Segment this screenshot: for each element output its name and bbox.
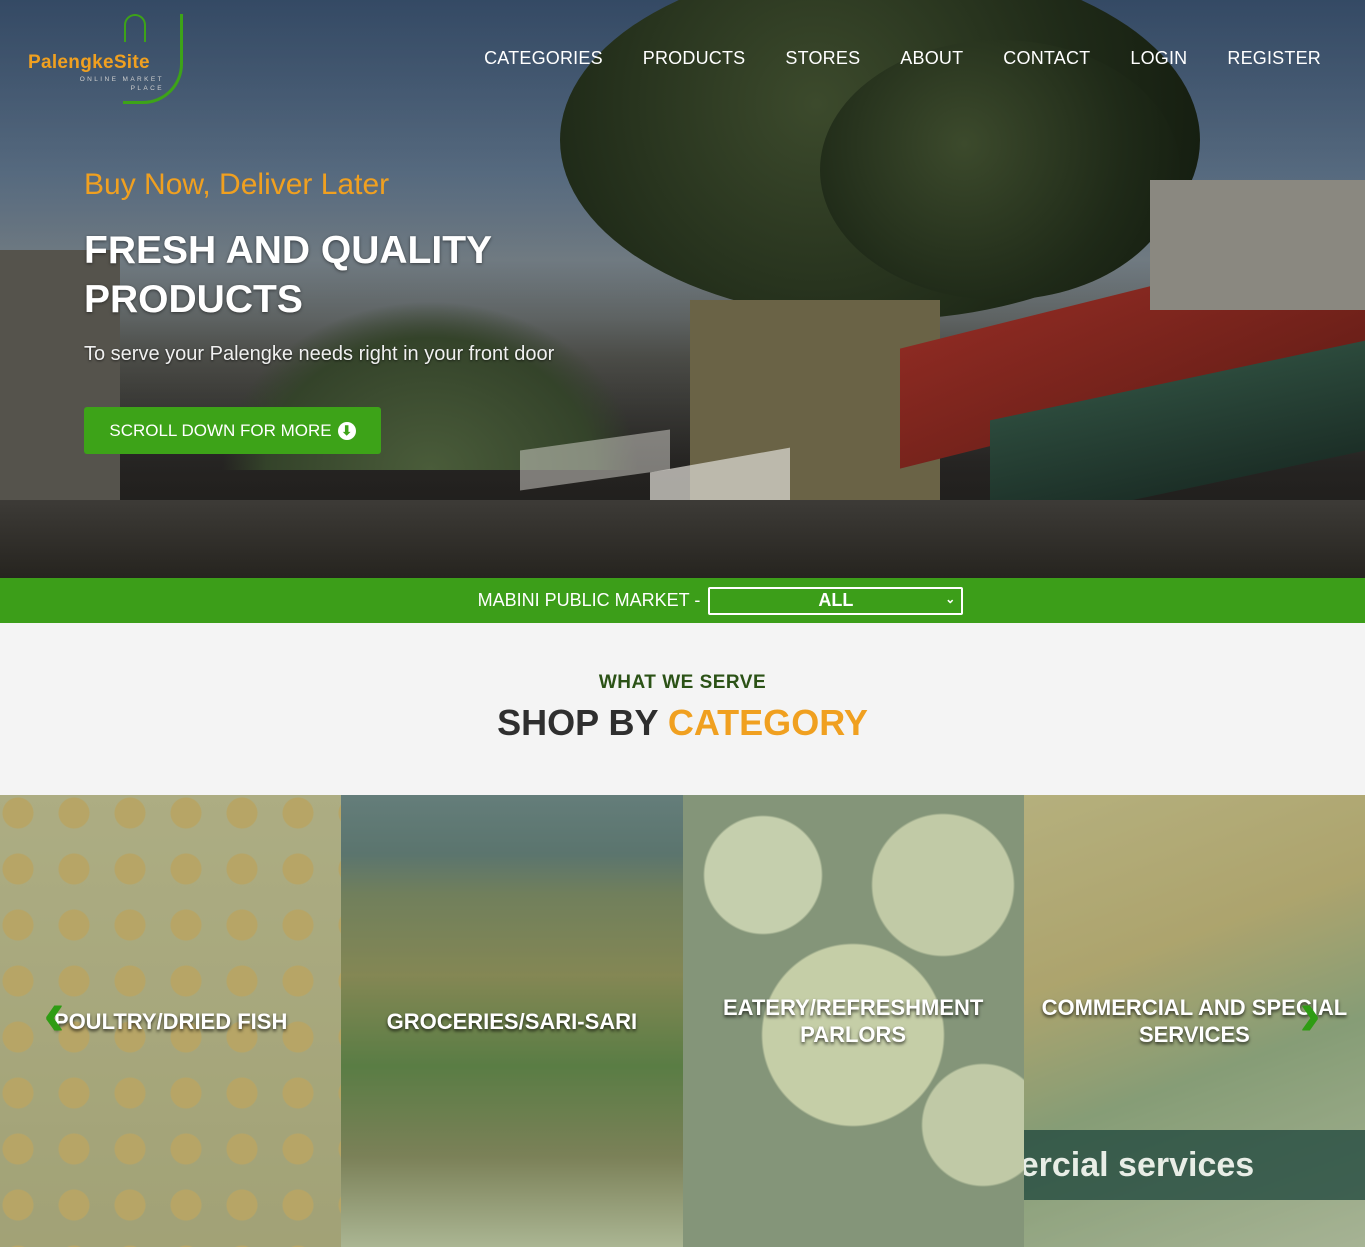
nav-login[interactable]: LOGIN: [1130, 48, 1187, 69]
category-card-title: GROCERIES/SARI-SARI: [386, 1008, 638, 1034]
category-carousel: POULTRY/DRIED FISH GROCERIES/SARI-SARI E…: [0, 795, 1365, 1247]
nav-about[interactable]: ABOUT: [900, 48, 963, 69]
scroll-down-label: SCROLL DOWN FOR MORE: [109, 420, 332, 440]
hero-tree-canopy: [820, 40, 1180, 300]
section-title-main: SHOP BY: [497, 702, 658, 743]
market-select-value: ALL: [818, 590, 854, 610]
category-card-groceries[interactable]: GROCERIES/SARI-SARI: [341, 795, 683, 1247]
section-eyebrow: WHAT WE SERVE: [598, 672, 767, 693]
nav-stores[interactable]: STORES: [785, 48, 860, 69]
hero-banner: PalengkeSite ONLINE MARKET PLACE CATEGOR…: [0, 0, 1365, 578]
market-selector-bar: MABINI PUBLIC MARKET - ALL ⌄: [0, 578, 1365, 623]
market-label: MABINI PUBLIC MARKET -: [477, 590, 701, 610]
hero-building-white: [1150, 180, 1365, 310]
scroll-down-button[interactable]: SCROLL DOWN FOR MORE ⬇: [84, 407, 381, 454]
hero-headline: FRESH AND QUALITY PRODUCTS: [84, 229, 492, 321]
category-card-eatery[interactable]: EATERY/REFRESHMENT PARLORS: [682, 795, 1024, 1247]
hero-street: [0, 500, 1365, 578]
nav-categories[interactable]: CATEGORIES: [484, 48, 603, 69]
commercial-image-band: ercial services: [1023, 1130, 1365, 1200]
logo-text: PalengkeSite: [28, 52, 150, 73]
carousel-prev-chevron-left-icon[interactable]: ‹: [34, 981, 74, 1045]
main-nav: CATEGORIES PRODUCTS STORES ABOUT CONTACT…: [484, 48, 1321, 69]
nav-register[interactable]: REGISTER: [1227, 48, 1321, 69]
section-title: SHOP BY CATEGORY: [0, 702, 1365, 744]
hero-subline: To serve your Palengke needs right in yo…: [84, 343, 555, 365]
hero-tagline: Buy Now, Deliver Later: [84, 168, 390, 201]
section-title-accent: CATEGORY: [667, 702, 868, 743]
site-logo[interactable]: PalengkeSite ONLINE MARKET PLACE: [28, 14, 183, 106]
market-select[interactable]: ALL ⌄: [708, 586, 964, 615]
category-card-title: EATERY/REFRESHMENT PARLORS: [722, 995, 984, 1047]
arrow-circle-down-icon: ⬇: [337, 421, 356, 440]
nav-products[interactable]: PRODUCTS: [643, 48, 746, 69]
carousel-next-chevron-right-icon[interactable]: ›: [1290, 981, 1330, 1045]
chevron-down-icon: ⌄: [945, 591, 956, 606]
category-card-title: POULTRY/DRIED FISH: [53, 1008, 288, 1034]
logo-subtitle: ONLINE MARKET PLACE: [79, 76, 164, 92]
nav-contact[interactable]: CONTACT: [1003, 48, 1090, 69]
